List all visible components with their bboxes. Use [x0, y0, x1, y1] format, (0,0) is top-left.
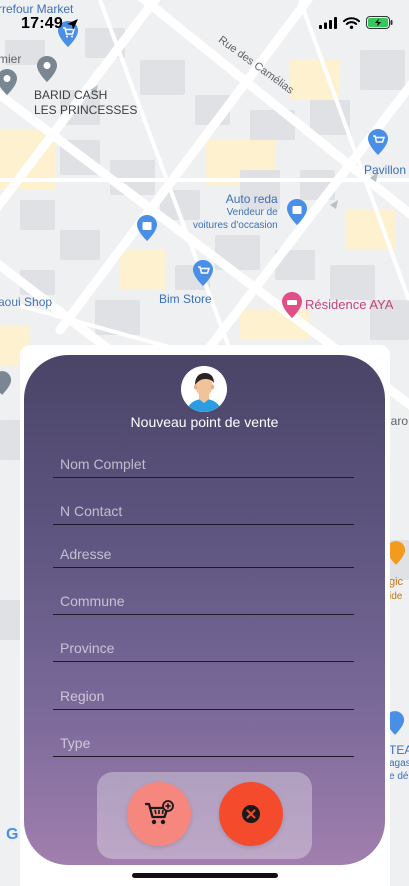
- status-time: 17:49: [21, 15, 63, 32]
- map-label-barid-line1: BARID CASH: [34, 88, 108, 102]
- type-input[interactable]: [53, 735, 361, 751]
- status-bar: 17:49: [0, 0, 409, 46]
- close-circle-icon: [242, 805, 260, 823]
- google-logo: G: [6, 826, 19, 843]
- location-pin-icon[interactable]: [0, 370, 12, 396]
- location-pin-icon[interactable]: [36, 55, 58, 83]
- field-commune: [53, 584, 361, 615]
- field-nom-complet: [53, 447, 361, 478]
- map-label-gic[interactable]: gic: [389, 576, 403, 588]
- map-label-premier[interactable]: mier: [0, 52, 21, 66]
- avatar-man-icon: [181, 366, 227, 412]
- map-label-de: e dé: [389, 771, 409, 782]
- battery-charging-icon: [366, 16, 393, 29]
- field-type: [53, 726, 361, 757]
- adresse-input[interactable]: [53, 546, 361, 562]
- add-to-cart-button[interactable]: [127, 782, 191, 846]
- screen: rrefour Market Rue des Camélias mier BAR…: [0, 0, 409, 886]
- field-region: [53, 679, 361, 710]
- map-label-auto-reda[interactable]: Auto reda Vendeur de voitures d'occasion: [193, 193, 278, 232]
- new-point-of-sale-modal: Nouveau point de vente: [24, 355, 385, 865]
- shopping-bag-pin-icon[interactable]: [136, 214, 158, 242]
- shopping-cart-pin-icon[interactable]: [367, 128, 389, 156]
- cart-plus-icon: [145, 800, 174, 825]
- action-panel: [97, 772, 312, 859]
- field-province: [53, 631, 361, 662]
- map-label-ide: ide: [389, 591, 403, 602]
- status-icons: [319, 16, 393, 29]
- map-label-auto-reda-sub2: voitures d'occasion: [193, 220, 278, 231]
- wifi-icon: [343, 16, 360, 29]
- close-button[interactable]: [219, 782, 283, 846]
- location-pin-icon[interactable]: [0, 68, 18, 96]
- map-label-aoui-shop[interactable]: aoui Shop: [0, 295, 52, 309]
- home-indicator[interactable]: [132, 873, 278, 878]
- n-contact-input[interactable]: [53, 503, 361, 519]
- field-adresse: [53, 537, 361, 568]
- nom-complet-input[interactable]: [53, 456, 361, 472]
- map-label-iaro[interactable]: iaro: [388, 414, 408, 428]
- shopping-cart-pin-icon[interactable]: [192, 259, 214, 287]
- map-label-auto-reda-sub1: Vendeur de: [226, 207, 278, 218]
- hotel-pin-icon[interactable]: [281, 291, 303, 319]
- map-label-barid-cash[interactable]: BARID CASH LES PRINCESSES: [34, 88, 137, 118]
- map-label-residence-aya[interactable]: Résidence AYA: [305, 297, 393, 312]
- commune-input[interactable]: [53, 593, 361, 609]
- cellular-signal-icon: [319, 16, 337, 29]
- map-label-agasin: agasin: [389, 758, 409, 769]
- modal-title: Nouveau point de vente: [130, 414, 279, 430]
- map-label-tea[interactable]: TEA: [389, 743, 409, 757]
- map-label-bim-store[interactable]: Bim Store: [159, 292, 212, 306]
- map-label-barid-line2: LES PRINCESSES: [34, 103, 138, 117]
- map-label-pavillon[interactable]: Pavillon: [364, 163, 406, 177]
- map-label-auto-reda-title: Auto reda: [225, 192, 278, 206]
- field-n-contact: [53, 494, 361, 525]
- region-input[interactable]: [53, 688, 361, 704]
- shopping-bag-pin-icon[interactable]: [286, 198, 308, 226]
- location-arrow-icon: [67, 19, 78, 30]
- province-input[interactable]: [53, 640, 361, 656]
